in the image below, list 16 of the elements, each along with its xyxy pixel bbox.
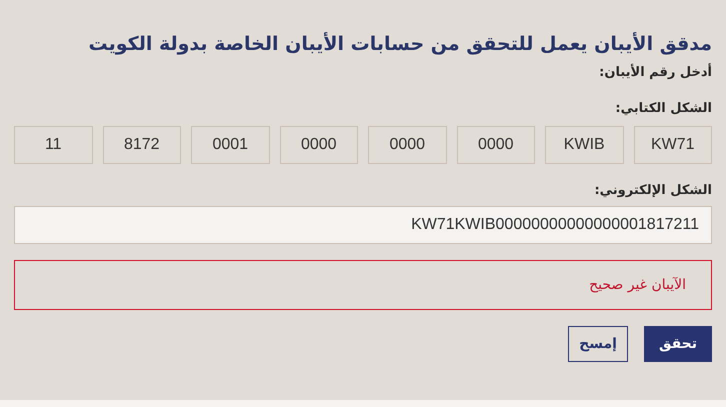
iban-group-field[interactable]: 8172 [102, 126, 181, 164]
iban-group-field[interactable]: KWIB [545, 126, 624, 164]
verify-button[interactable]: تحقق [644, 326, 712, 362]
iban-group-field[interactable]: 0000 [368, 126, 446, 164]
iban-group-field[interactable]: KW71 [634, 126, 712, 164]
iban-group-field[interactable]: 11 [14, 126, 92, 164]
electronic-form-label: الشكل الإلكتروني: [593, 182, 712, 200]
prompt-label: أدخل رقم الأيبان: [598, 64, 712, 82]
iban-group-field[interactable]: 0000 [456, 126, 535, 164]
written-form-label: الشكل الكتابي: [614, 100, 712, 118]
clear-button[interactable]: إمسح [568, 326, 628, 362]
iban-group-field[interactable]: 0000 [280, 126, 358, 164]
iban-input-field[interactable]: KW71KWIB00000000000000001817211 [14, 206, 712, 244]
error-message: الآيبان غير صحيح [14, 260, 712, 310]
page-title: مدقق الأيبان يعمل للتحقق من حسابات الأيبان الخاصة بدولة الكويت [87, 31, 712, 57]
iban-group-field[interactable]: 0001 [191, 126, 270, 164]
